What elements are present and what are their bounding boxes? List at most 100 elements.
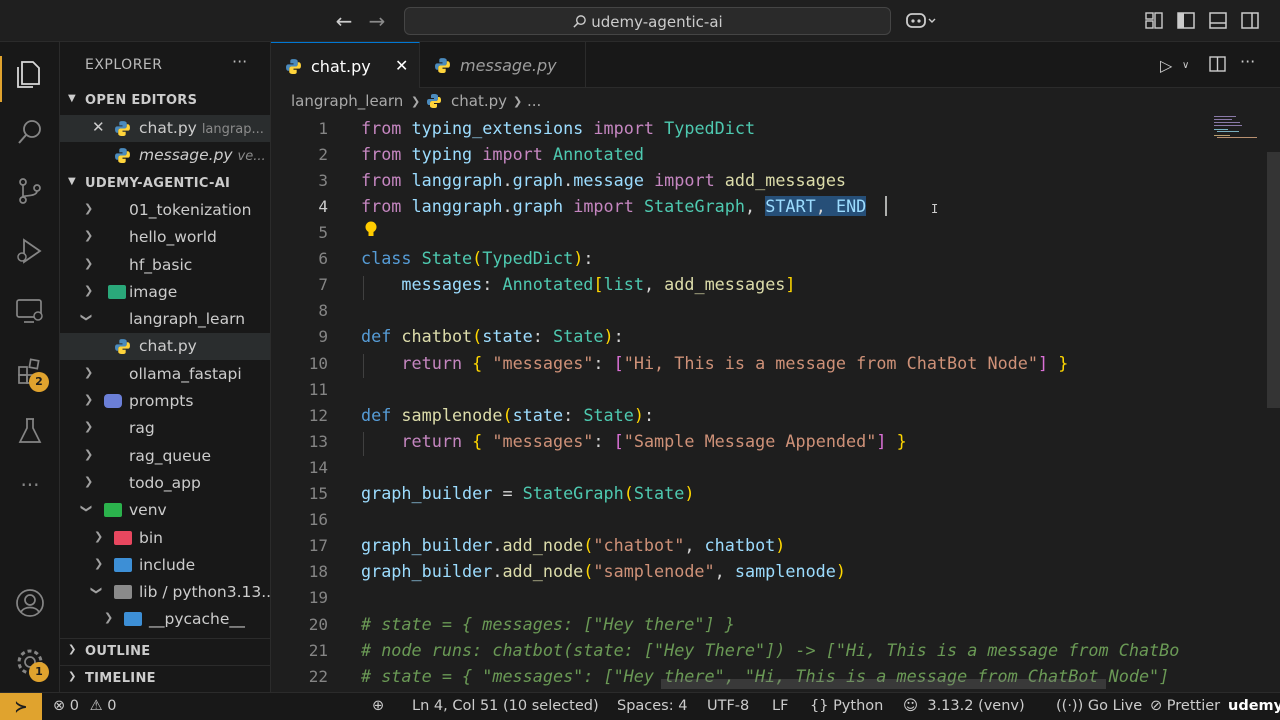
timeline-header[interactable]: ❯ TIMELINE: [60, 665, 270, 691]
accounts-icon[interactable]: [14, 587, 46, 619]
cursor-position[interactable]: Ln 4, Col 51 (10 selected): [412, 698, 599, 714]
more-views-icon[interactable]: ···: [14, 475, 46, 507]
forward-arrow-icon[interactable]: →: [365, 10, 389, 32]
line-number: 2: [318, 145, 328, 164]
line-number: 7: [318, 275, 328, 294]
chevron-down-icon: ❯: [90, 585, 104, 596]
active-indicator: [0, 56, 2, 102]
interpreter-label: 3.13.2 (venv): [927, 698, 1025, 714]
chevron-right-icon: ❯: [68, 644, 77, 655]
workspace-label: UDEMY-AGENTIC-AI: [85, 176, 231, 191]
search-view-icon[interactable]: [14, 116, 46, 148]
testing-icon[interactable]: [14, 415, 46, 447]
zoom-icon[interactable]: ⊕: [372, 698, 384, 714]
open-editor-name: chat.py: [139, 119, 197, 137]
outline-header[interactable]: ❯ OUTLINE: [60, 638, 270, 664]
outline-label: OUTLINE: [85, 644, 151, 659]
tree-folder[interactable]: ❯ prompts: [60, 388, 270, 415]
tree-folder[interactable]: ❯ hf_basic: [60, 252, 270, 279]
run-debug-icon[interactable]: [14, 235, 46, 267]
tree-folder[interactable]: ❯ todo_app: [60, 470, 270, 497]
tree-folder[interactable]: ❯ include: [60, 552, 270, 579]
toggle-secondary-sidebar-icon[interactable]: [1241, 12, 1259, 29]
line-number: 18: [308, 562, 328, 581]
tree-item-label: rag: [129, 419, 155, 437]
line-number: 19: [308, 588, 328, 607]
remote-indicator-icon[interactable]: ≻: [0, 693, 42, 720]
copilot-status-icon: ☺: [903, 698, 919, 714]
chevron-right-icon: ❯: [104, 611, 114, 624]
tree-item-label: prompts: [129, 392, 194, 410]
venv-folder-icon: [104, 503, 122, 517]
indentation[interactable]: Spaces: 4: [617, 698, 687, 714]
more-actions-icon[interactable]: ···: [1240, 52, 1255, 71]
pycache-folder-icon: [124, 612, 142, 626]
tree-folder[interactable]: ❯ hello_world: [60, 224, 270, 251]
close-tab-icon[interactable]: ✕: [395, 56, 408, 75]
tree-file[interactable]: chat.py: [60, 333, 270, 360]
horizontal-scrollbar[interactable]: [661, 679, 1106, 689]
explorer-title: EXPLORER: [85, 57, 163, 73]
ibeam-pointer-icon: I: [931, 202, 939, 216]
tab-message-py[interactable]: message.py: [420, 42, 586, 88]
code-line: from langgraph.graph import StateGraph, …: [361, 196, 867, 216]
chevron-right-icon: ❯: [84, 202, 94, 215]
breadcrumb-folder[interactable]: langraph_learn: [291, 92, 403, 110]
minimap[interactable]: [1214, 114, 1266, 154]
breadcrumb-more[interactable]: ...: [527, 92, 541, 110]
tree-folder[interactable]: ❯ __pycache__: [60, 606, 270, 633]
prettier-label: Prettier: [1166, 698, 1221, 714]
lightbulb-icon[interactable]: [363, 220, 379, 238]
open-editors-header[interactable]: ▼ OPEN EDITORS: [60, 88, 270, 114]
back-arrow-icon[interactable]: ←: [332, 10, 356, 32]
line-number: 4: [318, 197, 328, 216]
title-bar: ← → udemy-agentic-ai: [0, 0, 1280, 42]
tree-folder[interactable]: ❯ ollama_fastapi: [60, 361, 270, 388]
open-editors-label: OPEN EDITORS: [85, 93, 198, 108]
go-live-button[interactable]: ((·)) Go Live: [1056, 698, 1142, 714]
timeline-label: TIMELINE: [85, 671, 156, 686]
tree-folder[interactable]: ❯ venv: [60, 497, 270, 524]
remote-explorer-icon[interactable]: [14, 295, 46, 327]
code-editor[interactable]: 1 2 3 4 5 6 7 8 9 10 11 12 13 14 15 16 1…: [271, 114, 1280, 692]
tree-folder[interactable]: ❯ 01_tokenization: [60, 197, 270, 224]
open-editor-item[interactable]: message.py ve...: [60, 142, 270, 169]
breadcrumb-file[interactable]: chat.py: [451, 92, 507, 110]
explorer-more-icon[interactable]: ···: [232, 52, 247, 71]
tree-folder[interactable]: ❯ langraph_learn: [60, 306, 270, 333]
line-ending[interactable]: LF: [772, 698, 788, 714]
tree-folder[interactable]: ❯ image: [60, 279, 270, 306]
text-cursor: [885, 196, 887, 216]
python-file-icon: [115, 339, 130, 354]
braces-icon: {}: [810, 698, 829, 714]
encoding[interactable]: UTF-8: [707, 698, 749, 714]
command-center-search[interactable]: udemy-agentic-ai: [404, 7, 891, 35]
customize-layout-icon[interactable]: [1145, 12, 1163, 29]
code-line: graph_builder = StateGraph(State): [361, 483, 695, 503]
python-interpreter[interactable]: ☺ 3.13.2 (venv): [903, 698, 1025, 714]
tree-folder[interactable]: ❯ bin: [60, 525, 270, 552]
chevron-down-icon[interactable]: ∨: [1182, 60, 1189, 71]
copilot-icon[interactable]: [906, 11, 936, 35]
chevron-right-icon: ❯: [84, 284, 94, 297]
toggle-primary-sidebar-icon[interactable]: [1177, 12, 1195, 29]
workspace-header[interactable]: ▼ UDEMY-AGENTIC-AI: [60, 171, 270, 197]
prettier-status[interactable]: ⊘ Prettier: [1150, 698, 1220, 714]
vertical-scrollbar[interactable]: [1267, 152, 1280, 408]
problems-indicator[interactable]: ⊗ 0 ⚠ 0: [53, 698, 116, 714]
open-editor-item[interactable]: ✕ chat.py langrap...: [60, 115, 270, 142]
warning-icon: ⚠: [89, 698, 103, 714]
tree-folder[interactable]: ❯ rag: [60, 415, 270, 442]
tree-folder[interactable]: ❯ lib / python3.13...: [60, 579, 270, 606]
close-icon[interactable]: ✕: [92, 118, 105, 136]
run-file-icon[interactable]: ▷: [1160, 56, 1172, 75]
bin-folder-icon: [114, 531, 132, 545]
toggle-panel-icon[interactable]: [1209, 12, 1227, 29]
language-mode[interactable]: {} Python: [810, 698, 883, 714]
tree-folder[interactable]: ❯ rag_queue: [60, 443, 270, 470]
explorer-icon[interactable]: [14, 58, 46, 90]
source-control-icon[interactable]: [14, 175, 46, 207]
split-editor-icon[interactable]: [1209, 56, 1226, 72]
code-line: # node runs: chatbot(state: ["Hey There"…: [361, 640, 1180, 660]
tab-chat-py[interactable]: chat.py ✕: [271, 42, 420, 88]
